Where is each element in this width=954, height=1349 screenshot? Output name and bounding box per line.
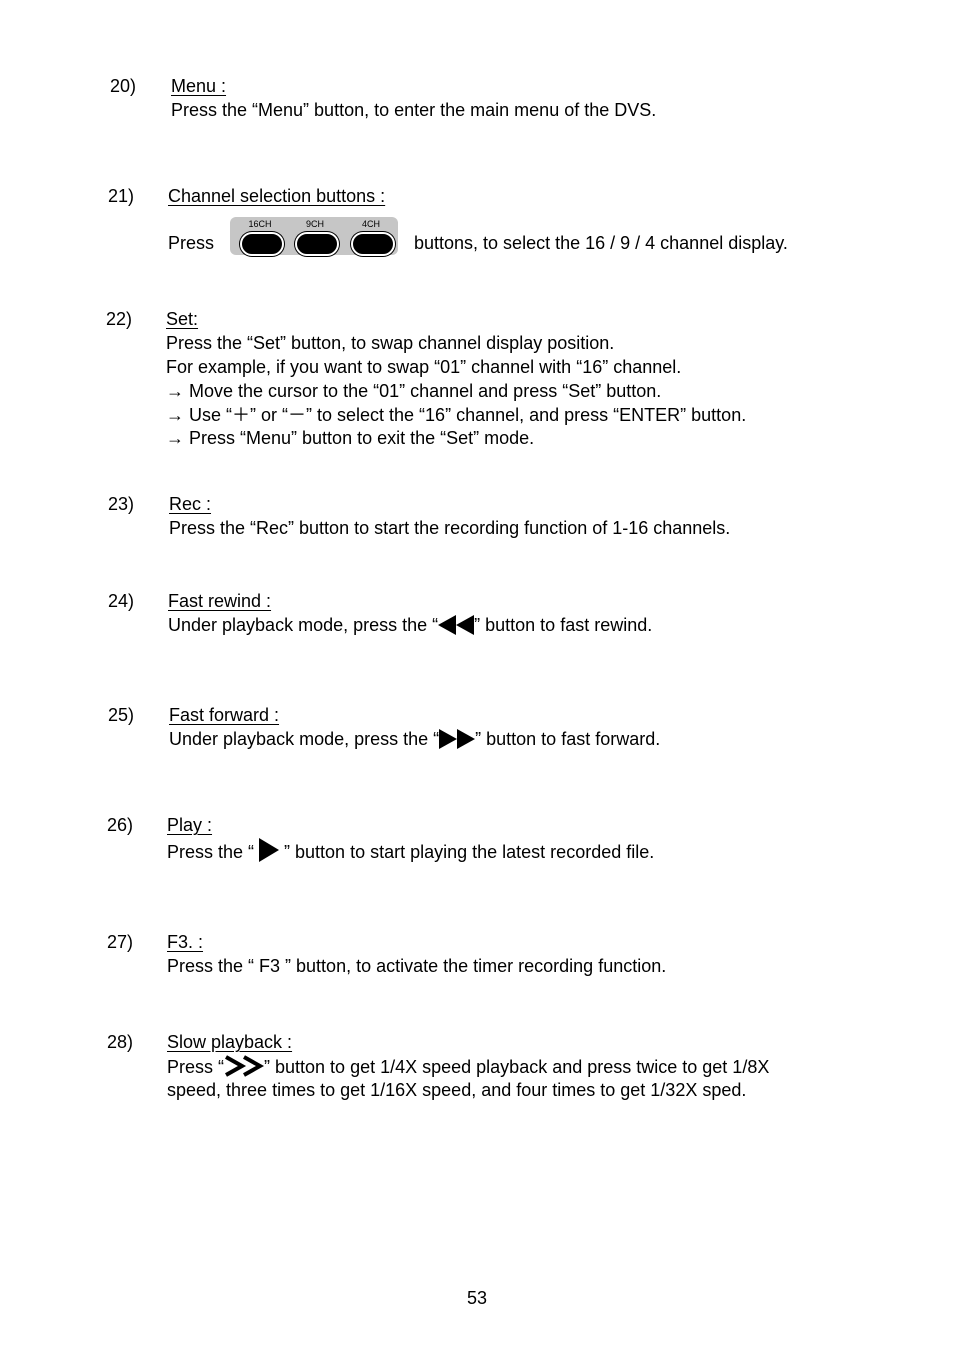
channel-9-button[interactable] — [295, 232, 339, 256]
item-text: Press “ ” button to get 1/4X speed playba… — [167, 1055, 769, 1082]
item-title: Fast rewind : — [168, 591, 272, 611]
item-text: Under playback mode, press the “ ” button… — [168, 614, 652, 636]
channel-4-button[interactable] — [351, 232, 395, 256]
item-title: Play : — [167, 815, 213, 835]
item-text: For example, if you want to swap “01” ch… — [166, 357, 682, 377]
fast-forward-icon — [439, 729, 476, 749]
item-text: Press the “Menu” button, to enter the ma… — [171, 100, 657, 120]
item-title: Set: — [166, 309, 199, 329]
item-number: 24) — [108, 591, 135, 611]
item-number: 21) — [108, 186, 135, 206]
item-title: Rec : — [169, 494, 212, 514]
item-text: Under playback mode, press the “ ” button… — [169, 728, 660, 750]
text-before: Press “ — [167, 1057, 225, 1077]
item-number: 20) — [110, 76, 137, 96]
text-after: ” button to get 1/4X speed playback and … — [264, 1057, 770, 1077]
item-title: Menu : — [171, 76, 227, 96]
item-number: 26) — [107, 815, 134, 835]
text-after: ” button to start playing the latest rec… — [279, 842, 655, 862]
text-before: Under playback mode, press the “ — [168, 615, 439, 635]
channel-label: 9CH — [305, 219, 324, 229]
item-text: → Press “Menu” button to exit the “Set” … — [166, 428, 535, 448]
item-number: 23) — [108, 494, 135, 514]
item-text: speed, three times to get 1/16X speed, a… — [167, 1080, 747, 1100]
text-before: Press the “ — [167, 842, 260, 862]
text-after: ” button to fast forward. — [475, 729, 661, 749]
text-before: Under playback mode, press the “ — [169, 729, 440, 749]
item-text: Press — [168, 233, 215, 253]
item-text: Press the “Rec” button to start the reco… — [169, 518, 731, 538]
item-text: Press the “Set” button, to swap channel … — [166, 333, 615, 353]
item-title: Fast forward : — [169, 705, 280, 725]
item-text: Press the “ F3 ” button, to activate the… — [167, 956, 667, 976]
play-icon — [259, 838, 280, 862]
channel-label: 4CH — [361, 219, 380, 229]
item-title: Channel selection buttons : — [168, 186, 386, 206]
item-number: 28) — [107, 1032, 134, 1052]
page-number: 53 — [466, 1288, 488, 1308]
item-text: Press the “ ” button to start playing th… — [167, 838, 654, 863]
item-text: buttons, to select the 16 / 9 / 4 channe… — [414, 233, 788, 253]
item-text: → Use “＋” or “－” to select the “16” chan… — [166, 405, 747, 425]
slow-playback-icon — [224, 1055, 265, 1082]
channel-button-panel: 16CH 9CH 4CH — [230, 217, 398, 256]
channel-16-button[interactable] — [240, 232, 284, 256]
text-after: ” button to fast rewind. — [474, 615, 653, 635]
fast-rewind-icon — [438, 615, 475, 635]
channel-label: 16CH — [248, 219, 272, 229]
item-number: 25) — [108, 705, 135, 725]
item-title: F3. : — [167, 932, 204, 952]
item-text: → Move the cursor to the “01” channel an… — [166, 381, 662, 401]
item-number: 27) — [107, 932, 134, 952]
item-number: 22) — [106, 309, 133, 329]
item-title: Slow playback : — [167, 1032, 293, 1052]
